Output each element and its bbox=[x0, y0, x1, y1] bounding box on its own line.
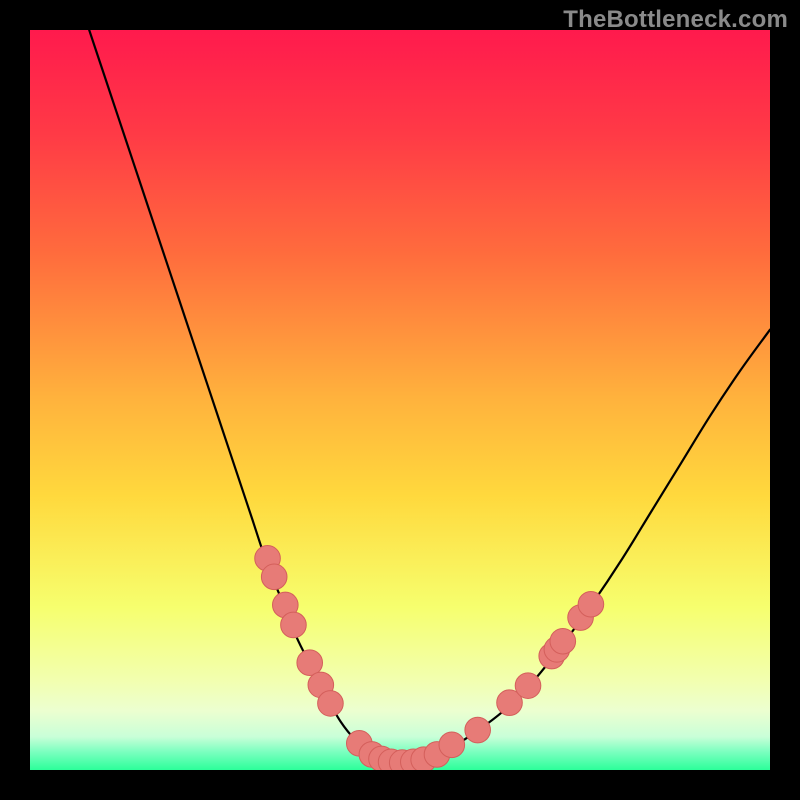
plot-area bbox=[30, 30, 770, 770]
data-marker bbox=[465, 717, 491, 743]
data-marker bbox=[578, 591, 604, 617]
bottleneck-chart bbox=[30, 30, 770, 770]
data-marker bbox=[261, 564, 287, 590]
gradient-background bbox=[30, 30, 770, 770]
data-marker bbox=[318, 691, 344, 717]
data-marker bbox=[550, 628, 576, 654]
data-marker bbox=[515, 673, 541, 699]
chart-frame: TheBottleneck.com bbox=[0, 0, 800, 800]
data-marker bbox=[297, 650, 323, 676]
data-marker bbox=[439, 732, 465, 758]
data-marker bbox=[281, 612, 307, 638]
